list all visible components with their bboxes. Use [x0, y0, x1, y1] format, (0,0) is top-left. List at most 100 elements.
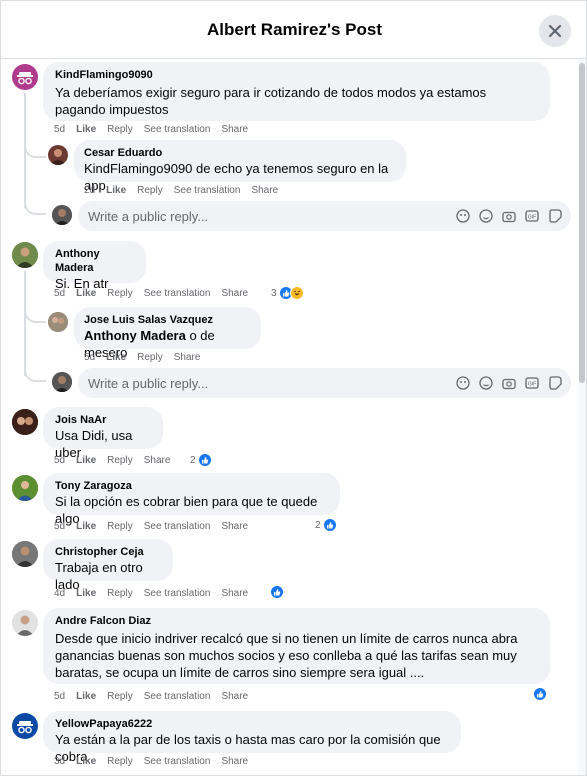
reply-input-placeholder: Write a public reply...: [88, 375, 209, 391]
like-button[interactable]: Like: [106, 352, 126, 364]
comment-author[interactable]: Jois NaAr: [55, 413, 151, 427]
reply-button[interactable]: Reply: [107, 521, 133, 533]
like-button[interactable]: Like: [76, 588, 96, 600]
share-button[interactable]: Share: [221, 288, 248, 300]
comment-time[interactable]: 4d: [54, 588, 65, 600]
current-user-avatar[interactable]: [52, 372, 72, 392]
share-button[interactable]: Share: [221, 756, 248, 768]
gif-icon[interactable]: GIF: [524, 208, 540, 224]
avatar[interactable]: [12, 541, 38, 567]
reply-button[interactable]: Reply: [107, 691, 133, 703]
like-button[interactable]: Like: [76, 691, 96, 703]
avatar[interactable]: [48, 145, 68, 165]
comment-time[interactable]: 5d: [54, 521, 65, 533]
comment-bubble: Cesar Eduardo KindFlamingo9090 de echo y…: [74, 140, 406, 193]
comment-author[interactable]: Tony Zaragoza: [55, 479, 328, 493]
reply-button[interactable]: Reply: [107, 588, 133, 600]
reaction-summary[interactable]: [270, 585, 284, 599]
comment-author[interactable]: Anthony Madera: [55, 247, 134, 275]
reply-button[interactable]: Reply: [107, 455, 133, 467]
comment-time[interactable]: 5d: [54, 455, 65, 467]
comment-bubble: Tony Zaragoza Si la opción es cobrar bie…: [43, 473, 340, 526]
avatar[interactable]: [12, 409, 38, 435]
reply-button[interactable]: Reply: [137, 185, 163, 197]
see-translation-button[interactable]: See translation: [144, 691, 211, 703]
see-translation-button[interactable]: See translation: [144, 288, 211, 300]
reaction-summary[interactable]: 2: [315, 518, 337, 532]
comment-time[interactable]: 3d: [54, 756, 65, 768]
current-user-avatar[interactable]: [52, 205, 72, 225]
comment-bubble: Andre Falcon Diaz Desde que inicio indri…: [43, 608, 550, 684]
camera-icon[interactable]: [501, 208, 517, 224]
avatar[interactable]: [12, 64, 38, 90]
reply-input[interactable]: Write a public reply... GIF: [78, 368, 571, 398]
like-button[interactable]: Like: [76, 756, 96, 768]
camera-icon[interactable]: [501, 375, 517, 391]
close-icon: [548, 24, 562, 38]
share-button[interactable]: Share: [221, 124, 248, 136]
avatar[interactable]: [48, 312, 68, 332]
comment-time[interactable]: 5d: [54, 288, 65, 300]
like-button[interactable]: Like: [76, 288, 96, 300]
mention-link[interactable]: Anthony Madera: [84, 328, 186, 343]
reply-input[interactable]: Write a public reply... GIF: [78, 201, 571, 231]
thread-line: [24, 271, 26, 376]
comment-actions: 5d Like Reply See translation Share: [54, 288, 259, 300]
comment-author[interactable]: Jose Luis Salas Vazquez: [84, 313, 249, 327]
reply-button[interactable]: Reply: [107, 288, 133, 300]
reply-button[interactable]: Reply: [107, 124, 133, 136]
emoji-icon[interactable]: [478, 375, 494, 391]
comment-author[interactable]: Andre Falcon Diaz: [55, 614, 538, 628]
anonymous-icon: [17, 72, 33, 85]
share-button[interactable]: Share: [221, 588, 248, 600]
avatar[interactable]: [12, 242, 38, 268]
like-button[interactable]: Like: [76, 124, 96, 136]
comment-author[interactable]: KindFlamingo9090: [55, 68, 538, 82]
reply-input-placeholder: Write a public reply...: [88, 208, 209, 224]
share-button[interactable]: Share: [174, 352, 201, 364]
comment-time[interactable]: 5d: [54, 691, 65, 703]
sticker-icon[interactable]: [547, 208, 563, 224]
comment-bubble: Anthony Madera Si. En atr: [43, 241, 146, 291]
see-translation-button[interactable]: See translation: [144, 124, 211, 136]
comment-author[interactable]: Christopher Ceja: [55, 545, 161, 559]
reply-button[interactable]: Reply: [137, 352, 163, 364]
avatar[interactable]: [12, 713, 38, 739]
scrollbar-thumb[interactable]: [579, 63, 585, 383]
share-button[interactable]: Share: [251, 185, 278, 197]
avatar[interactable]: [12, 610, 38, 636]
avatar-sticker-icon[interactable]: [455, 375, 471, 391]
reaction-count: 2: [315, 519, 321, 531]
avatar-sticker-icon[interactable]: [455, 208, 471, 224]
share-button[interactable]: Share: [221, 691, 248, 703]
reaction-count: 3: [271, 287, 277, 299]
comment-time[interactable]: 5d: [84, 352, 95, 364]
comment-author[interactable]: Cesar Eduardo: [84, 146, 394, 160]
like-button[interactable]: Like: [76, 455, 96, 467]
reply-button[interactable]: Reply: [107, 756, 133, 768]
comment-time[interactable]: 5d: [54, 124, 65, 136]
like-button[interactable]: Like: [106, 185, 126, 197]
see-translation-button[interactable]: See translation: [174, 185, 241, 197]
see-translation-button[interactable]: See translation: [144, 756, 211, 768]
comment-time[interactable]: 2d: [84, 185, 95, 197]
emoji-icon[interactable]: [478, 208, 494, 224]
reaction-summary[interactable]: [533, 687, 547, 701]
share-button[interactable]: Share: [221, 521, 248, 533]
see-translation-button[interactable]: See translation: [144, 588, 211, 600]
profile-photo-icon: [12, 409, 38, 435]
svg-text:GIF: GIF: [528, 382, 536, 388]
like-button[interactable]: Like: [76, 521, 96, 533]
see-translation-button[interactable]: See translation: [144, 521, 211, 533]
avatar[interactable]: [12, 475, 38, 501]
gif-icon[interactable]: GIF: [524, 375, 540, 391]
comment-actions: 5d Like Reply See translation Share: [54, 521, 259, 533]
profile-photo-icon: [52, 372, 72, 392]
reaction-summary[interactable]: 3: [271, 286, 304, 300]
close-button[interactable]: [539, 15, 571, 47]
scrollbar[interactable]: [578, 59, 586, 775]
comment-author[interactable]: YellowPapaya6222: [55, 717, 449, 731]
share-button[interactable]: Share: [144, 455, 171, 467]
reaction-summary[interactable]: 2: [190, 453, 212, 467]
sticker-icon[interactable]: [547, 375, 563, 391]
